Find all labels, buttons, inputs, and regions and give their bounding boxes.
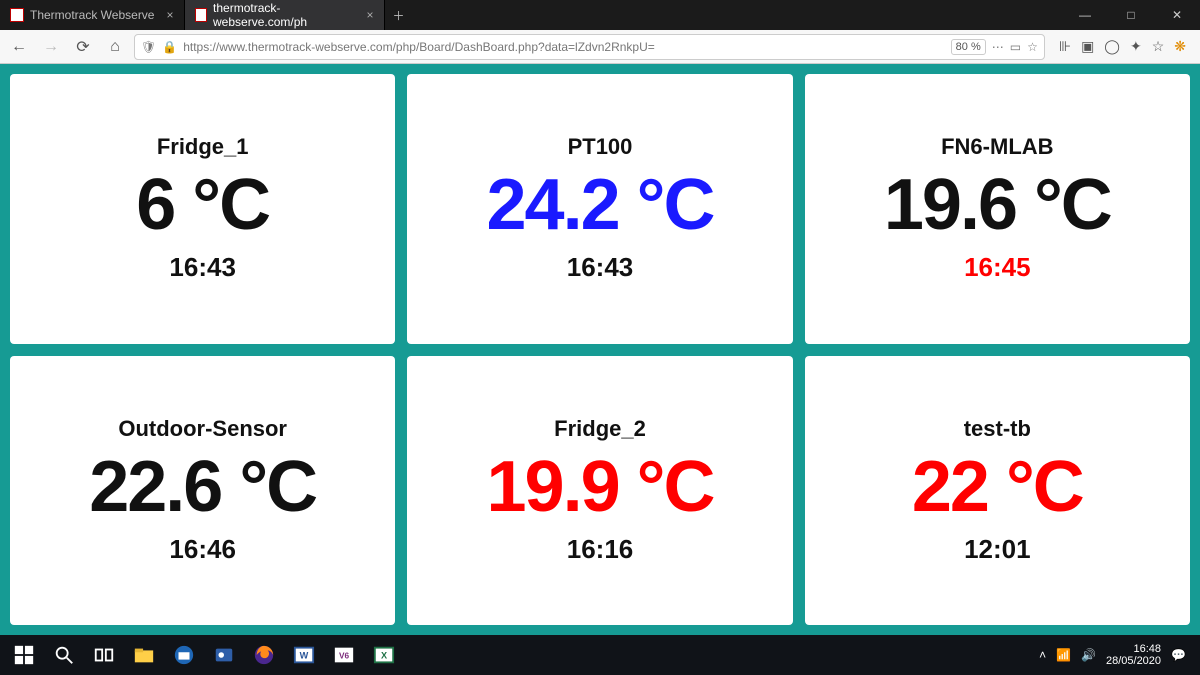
windows-taskbar: W V6 X ˄ 📶 🔊 16:48 28/05/2020 💬 bbox=[0, 635, 1200, 675]
sensor-name: Outdoor-Sensor bbox=[118, 416, 287, 442]
favicon-icon bbox=[10, 8, 24, 22]
svg-text:W: W bbox=[300, 651, 309, 661]
star-icon[interactable]: ☆ bbox=[1027, 40, 1038, 54]
sensor-card[interactable]: test-tb 22 °C 12:01 bbox=[805, 356, 1190, 626]
system-tray: ˄ 📶 🔊 16:48 28/05/2020 💬 bbox=[1039, 643, 1194, 667]
tab-title: Thermotrack Webserve bbox=[30, 8, 154, 22]
shield-icon: 🛡 bbox=[141, 40, 156, 54]
sensor-card[interactable]: Fridge_1 6 °C 16:43 bbox=[10, 74, 395, 344]
taskview-icon[interactable] bbox=[86, 637, 122, 673]
tray-chevron-icon[interactable]: ˄ bbox=[1039, 648, 1046, 662]
firefox-icon[interactable] bbox=[246, 637, 282, 673]
sensor-time: 16:43 bbox=[169, 252, 236, 283]
wifi-icon[interactable]: 📶 bbox=[1056, 648, 1071, 662]
sensor-value: 24.2 °C bbox=[487, 164, 714, 246]
sensor-time: 16:45 bbox=[964, 252, 1031, 283]
search-icon[interactable] bbox=[46, 637, 82, 673]
sensor-name: PT100 bbox=[568, 134, 633, 160]
home-button[interactable]: ⌂ bbox=[102, 34, 128, 60]
browser-toolbar: ← → ⟳ ⌂ 🛡 🔒 https://www.thermotrack-webs… bbox=[0, 30, 1200, 64]
start-button[interactable] bbox=[6, 637, 42, 673]
sensor-card[interactable]: Outdoor-Sensor 22.6 °C 16:46 bbox=[10, 356, 395, 626]
svg-text:V6: V6 bbox=[339, 652, 350, 661]
favicon-icon bbox=[195, 8, 208, 22]
browser-tab-1[interactable]: thermotrack-webserve.com/ph × bbox=[185, 0, 385, 30]
sensor-card[interactable]: PT100 24.2 °C 16:43 bbox=[407, 74, 792, 344]
sensor-name: test-tb bbox=[964, 416, 1031, 442]
new-tab-button[interactable]: ＋ bbox=[385, 0, 413, 30]
reload-button[interactable]: ⟳ bbox=[70, 34, 96, 60]
svg-text:X: X bbox=[381, 651, 388, 661]
browser-titlebar: Thermotrack Webserve × thermotrack-webse… bbox=[0, 0, 1200, 30]
sensor-time: 12:01 bbox=[964, 534, 1031, 565]
url-bar[interactable]: 🛡 🔒 https://www.thermotrack-webserve.com… bbox=[134, 34, 1045, 60]
close-icon[interactable]: × bbox=[366, 8, 373, 22]
sensor-time: 16:16 bbox=[567, 534, 634, 565]
sensor-value: 19.6 °C bbox=[884, 164, 1111, 246]
sensor-name: FN6-MLAB bbox=[941, 134, 1053, 160]
library-icon[interactable]: ⊪ bbox=[1059, 38, 1071, 55]
sensor-name: Fridge_2 bbox=[554, 416, 646, 442]
sensor-card[interactable]: FN6-MLAB 19.6 °C 16:45 bbox=[805, 74, 1190, 344]
close-window-button[interactable]: ✕ bbox=[1154, 0, 1200, 30]
mail-icon[interactable] bbox=[166, 637, 202, 673]
close-icon[interactable]: × bbox=[166, 8, 173, 22]
maximize-button[interactable]: □ bbox=[1108, 0, 1154, 30]
sensor-time: 16:46 bbox=[169, 534, 236, 565]
back-button[interactable]: ← bbox=[6, 34, 32, 60]
dashboard-grid: Fridge_1 6 °C 16:43 PT100 24.2 °C 16:43 FN6-ML… bbox=[10, 74, 1190, 625]
sensor-time: 16:43 bbox=[567, 252, 634, 283]
minimize-button[interactable]: — bbox=[1062, 0, 1108, 30]
protection-icon[interactable]: ✦ bbox=[1130, 38, 1142, 55]
word-icon[interactable]: W bbox=[286, 637, 322, 673]
taskbar-clock[interactable]: 16:48 28/05/2020 bbox=[1106, 643, 1161, 667]
sensor-value: 6 °C bbox=[136, 164, 269, 246]
sensor-name: Fridge_1 bbox=[157, 134, 249, 160]
dashboard-viewport: Fridge_1 6 °C 16:43 PT100 24.2 °C 16:43 FN6-ML… bbox=[0, 64, 1200, 635]
excel-icon[interactable]: X bbox=[366, 637, 402, 673]
extension-icon[interactable]: ❋ bbox=[1174, 38, 1186, 55]
browser-tab-0[interactable]: Thermotrack Webserve × bbox=[0, 0, 185, 30]
forward-button[interactable]: → bbox=[38, 34, 64, 60]
notifications-icon[interactable]: 💬 bbox=[1171, 648, 1186, 662]
sidebar-icon[interactable]: ▣ bbox=[1081, 38, 1094, 55]
tab-title: thermotrack-webserve.com/ph bbox=[213, 1, 354, 29]
volume-icon[interactable]: 🔊 bbox=[1081, 648, 1096, 662]
reader-icon[interactable]: ▭ bbox=[1010, 40, 1021, 54]
clock-date: 28/05/2020 bbox=[1106, 655, 1161, 667]
account-icon[interactable]: ◯ bbox=[1104, 38, 1120, 55]
url-text: https://www.thermotrack-webserve.com/php… bbox=[183, 40, 944, 54]
app-v6-icon[interactable]: V6 bbox=[326, 637, 362, 673]
more-icon[interactable]: ⋯ bbox=[992, 40, 1004, 54]
bookmark2-icon[interactable]: ☆ bbox=[1152, 38, 1165, 55]
clock-time: 16:48 bbox=[1106, 643, 1161, 655]
sensor-value: 22 °C bbox=[912, 446, 1083, 528]
zoom-badge[interactable]: 80 % bbox=[951, 39, 986, 55]
explorer-icon[interactable] bbox=[126, 637, 162, 673]
teams-icon[interactable] bbox=[206, 637, 242, 673]
lock-icon: 🔒 bbox=[162, 40, 177, 54]
sensor-value: 19.9 °C bbox=[487, 446, 714, 528]
sensor-card[interactable]: Fridge_2 19.9 °C 16:16 bbox=[407, 356, 792, 626]
sensor-value: 22.6 °C bbox=[89, 446, 316, 528]
